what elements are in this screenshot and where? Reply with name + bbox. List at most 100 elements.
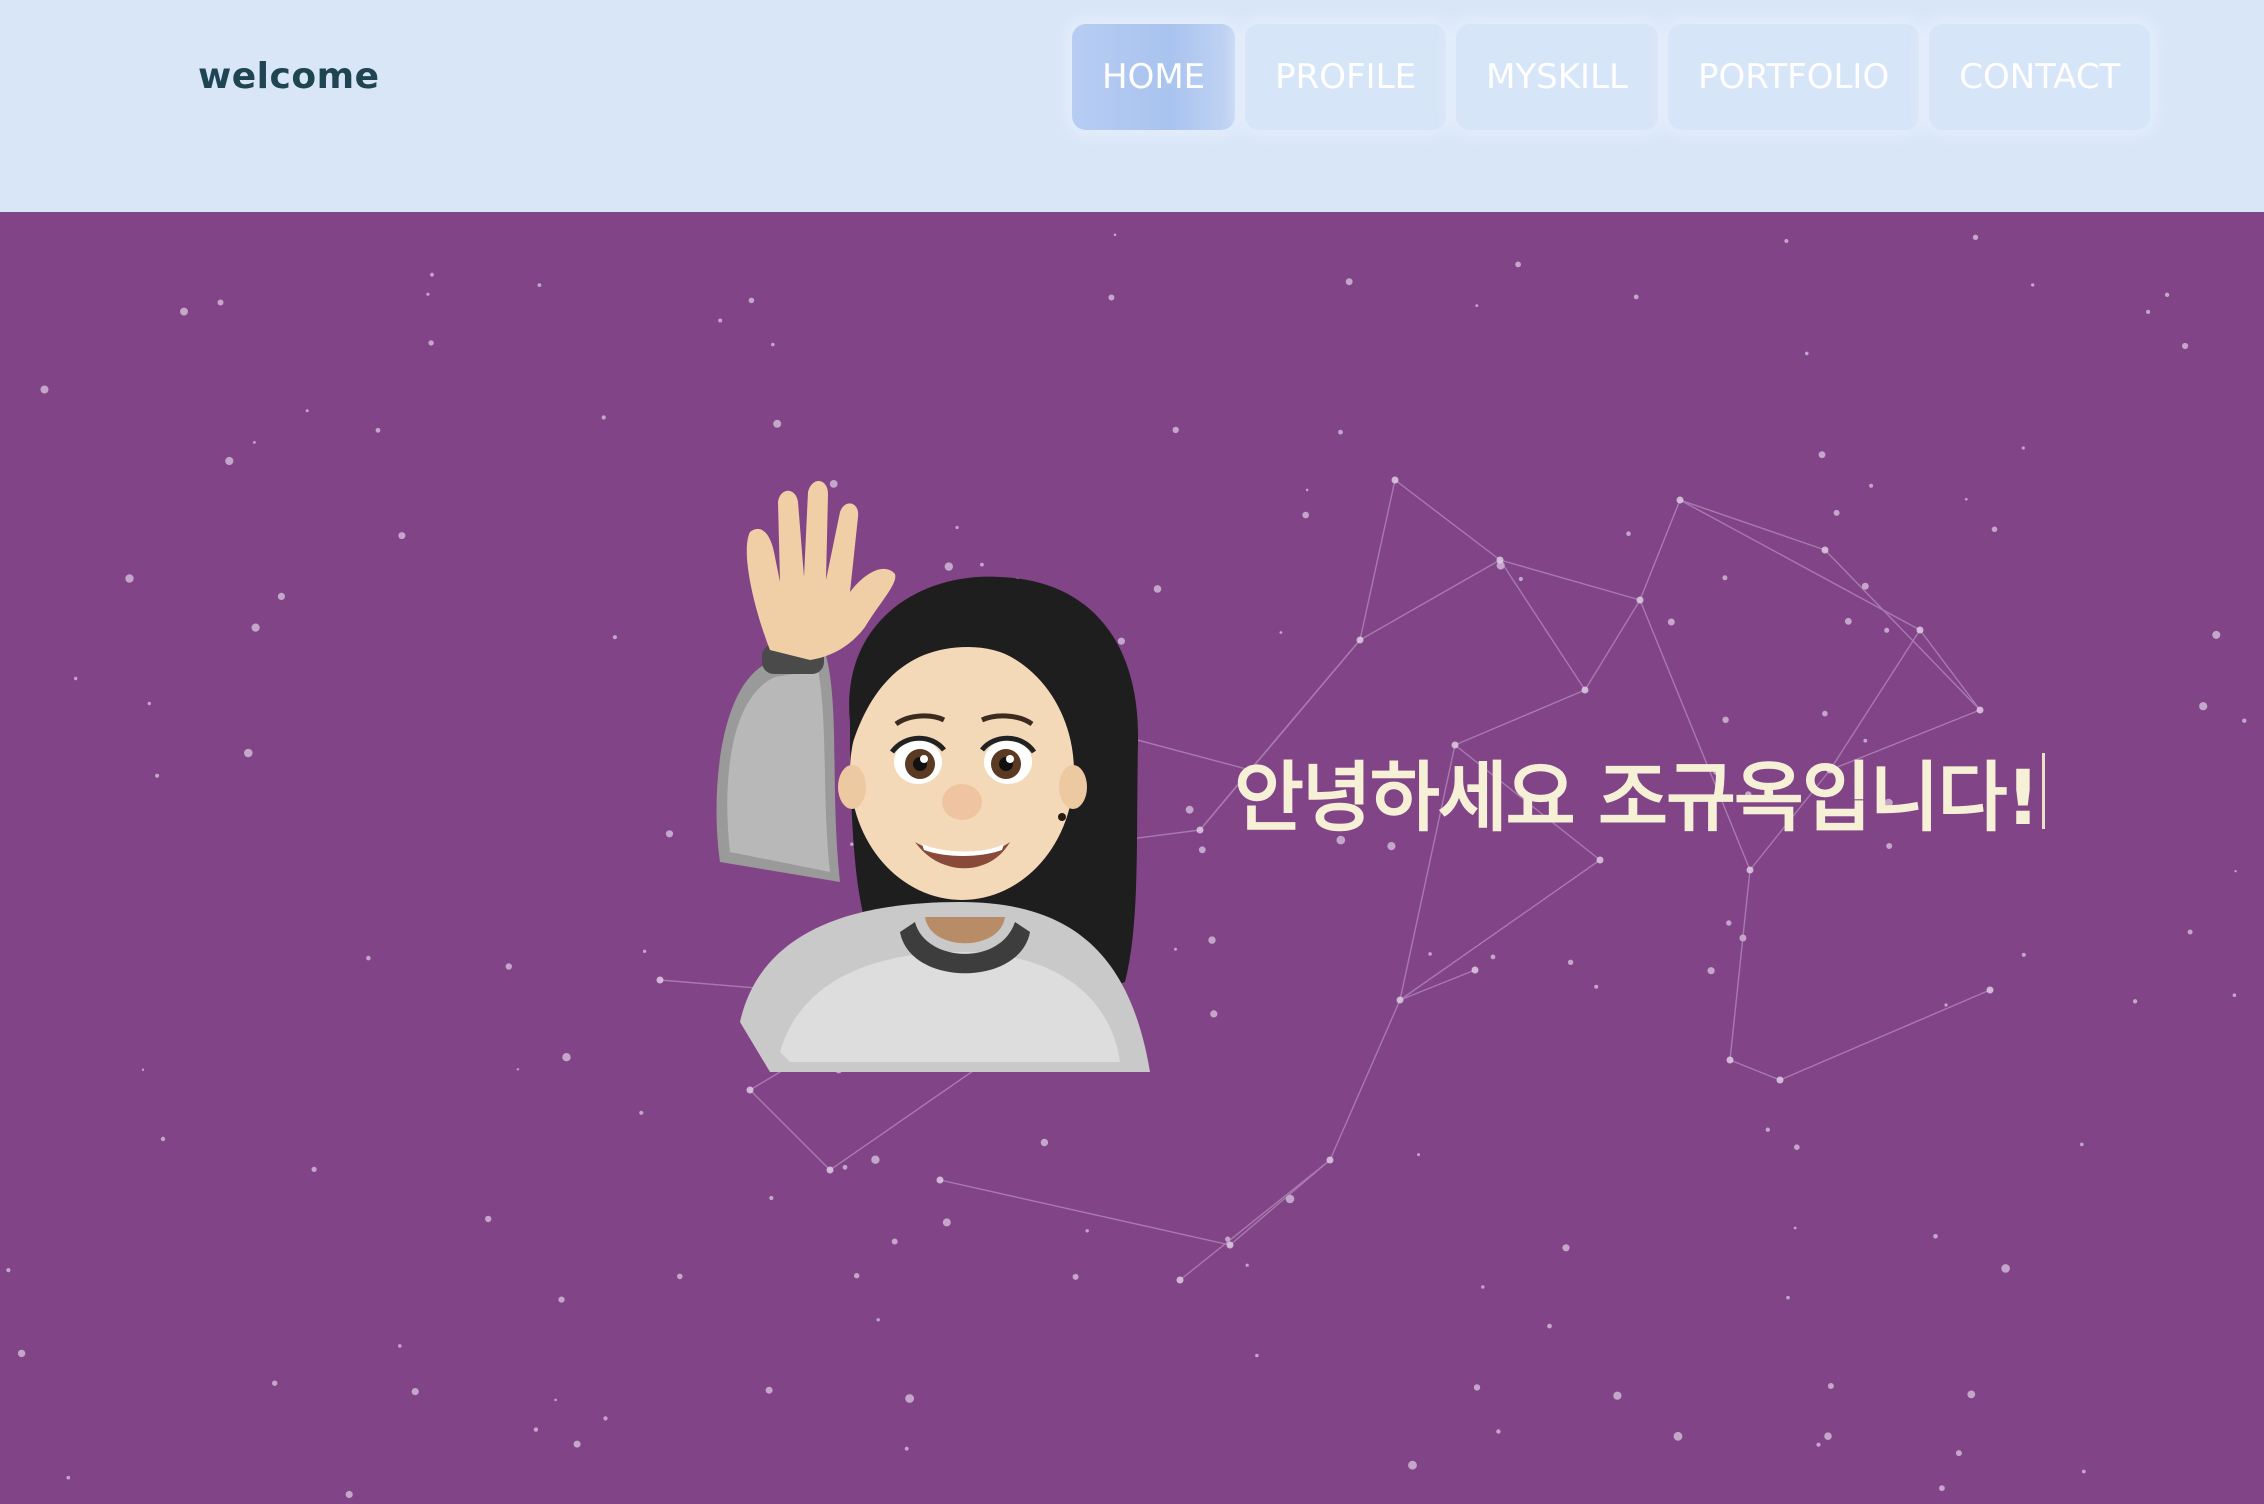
- nav-home[interactable]: HOME: [1072, 24, 1236, 130]
- star-dot: [253, 441, 256, 444]
- star-dot: [1827, 1383, 1834, 1389]
- star-dot: [1515, 261, 1521, 268]
- star-dot: [1722, 716, 1729, 723]
- network-line: [1359, 559, 1501, 641]
- star-dot: [2146, 309, 2151, 314]
- star-dot: [2212, 630, 2221, 639]
- site-header: welcome HOME PROFILE MYSKILL PORTFOLIO C…: [0, 0, 2264, 212]
- star-dot: [398, 1344, 402, 1348]
- star-dot: [1884, 627, 1890, 633]
- star-dot: [2132, 999, 2138, 1004]
- star-dot: [180, 307, 188, 316]
- star-dot: [1967, 1390, 1976, 1399]
- network-node: [746, 1086, 754, 1094]
- star-dot: [345, 1490, 353, 1499]
- star-dot: [516, 1068, 520, 1071]
- star-dot: [771, 342, 775, 347]
- star-dot: [603, 1416, 608, 1421]
- star-dot: [1428, 952, 1432, 956]
- network-node: [1471, 966, 1479, 974]
- star-dot: [428, 340, 434, 346]
- logo[interactable]: welcome: [198, 56, 380, 97]
- network-node: [1396, 996, 1404, 1004]
- network-node: [1391, 476, 1399, 484]
- network-node: [1746, 866, 1754, 874]
- star-dot: [1518, 576, 1523, 582]
- star-dot: [411, 1388, 419, 1396]
- network-line: [1824, 549, 1981, 711]
- star-dot: [1673, 1431, 1683, 1441]
- star-dot: [244, 748, 253, 758]
- star-dot: [366, 955, 371, 961]
- star-dot: [876, 1318, 880, 1322]
- star-dot: [1944, 1003, 1948, 1007]
- star-dot: [2081, 1469, 2086, 1474]
- star-dot: [17, 1349, 26, 1358]
- star-dot: [426, 292, 430, 296]
- star-dot: [718, 318, 723, 323]
- star-dot: [537, 283, 542, 287]
- star-dot: [147, 701, 151, 706]
- network-node: [1986, 986, 1994, 994]
- star-dot: [1496, 1429, 1501, 1434]
- network-node: [1636, 596, 1644, 604]
- star-dot: [1933, 1234, 1938, 1239]
- star-dot: [533, 1427, 539, 1432]
- star-dot: [398, 532, 406, 540]
- star-dot: [1072, 1273, 1079, 1280]
- star-dot: [1805, 351, 1809, 356]
- star-dot: [2164, 292, 2170, 297]
- network-node: [826, 1166, 834, 1174]
- network-node: [1581, 686, 1589, 694]
- nav-contact[interactable]: CONTACT: [1929, 24, 2151, 130]
- star-dot: [2187, 929, 2193, 935]
- star-dot: [1667, 618, 1675, 626]
- star-dot: [160, 1136, 166, 1142]
- star-dot: [1040, 1138, 1049, 1147]
- star-dot: [155, 773, 160, 778]
- star-dot: [1305, 488, 1309, 492]
- network-line: [1359, 479, 1396, 641]
- star-dot: [748, 297, 755, 304]
- star-dot: [1816, 1442, 1821, 1447]
- network-line: [1329, 999, 1401, 1161]
- network-line: [1779, 989, 1991, 1081]
- star-dot: [1613, 1391, 1622, 1400]
- star-dot: [1939, 1485, 1945, 1492]
- waving-memoji-avatar-icon: [716, 480, 1150, 1072]
- star-dot: [1833, 509, 1840, 516]
- star-dot: [562, 1053, 571, 1062]
- star-dot: [1172, 426, 1179, 434]
- star-dot: [125, 574, 134, 583]
- star-dot: [430, 272, 434, 277]
- star-dot: [1965, 497, 1968, 501]
- network-line: [1179, 1159, 1331, 1281]
- nav-profile[interactable]: PROFILE: [1245, 24, 1447, 130]
- network-node: [1596, 856, 1604, 864]
- nav-portfolio[interactable]: PORTFOLIO: [1667, 24, 1920, 130]
- star-dot: [311, 1166, 317, 1172]
- star-dot: [1255, 1353, 1259, 1358]
- network-line: [1394, 479, 1501, 561]
- star-dot: [573, 1440, 581, 1448]
- star-dot: [601, 415, 606, 420]
- star-dot: [1972, 234, 1979, 240]
- star-dot: [1793, 1226, 1797, 1230]
- network-node: [1496, 556, 1504, 564]
- star-dot: [905, 1394, 914, 1403]
- star-dot: [141, 1068, 145, 1071]
- star-dot: [769, 1195, 774, 1201]
- network-node: [1726, 1056, 1734, 1064]
- hero-headline-text: 안녕하세요 조규옥입니다!: [1234, 753, 2040, 842]
- star-dot: [1473, 1384, 1481, 1391]
- star-dot: [2199, 702, 2208, 711]
- star-dot: [1633, 294, 1639, 300]
- star-dot: [2242, 718, 2247, 723]
- star-dot: [277, 592, 285, 600]
- star-dot: [765, 1386, 773, 1394]
- nav-myskill[interactable]: MYSKILL: [1456, 24, 1658, 130]
- star-dot: [1784, 239, 1789, 243]
- star-dot: [1245, 1263, 1249, 1267]
- star-dot: [1490, 954, 1496, 960]
- star-dot: [773, 419, 782, 428]
